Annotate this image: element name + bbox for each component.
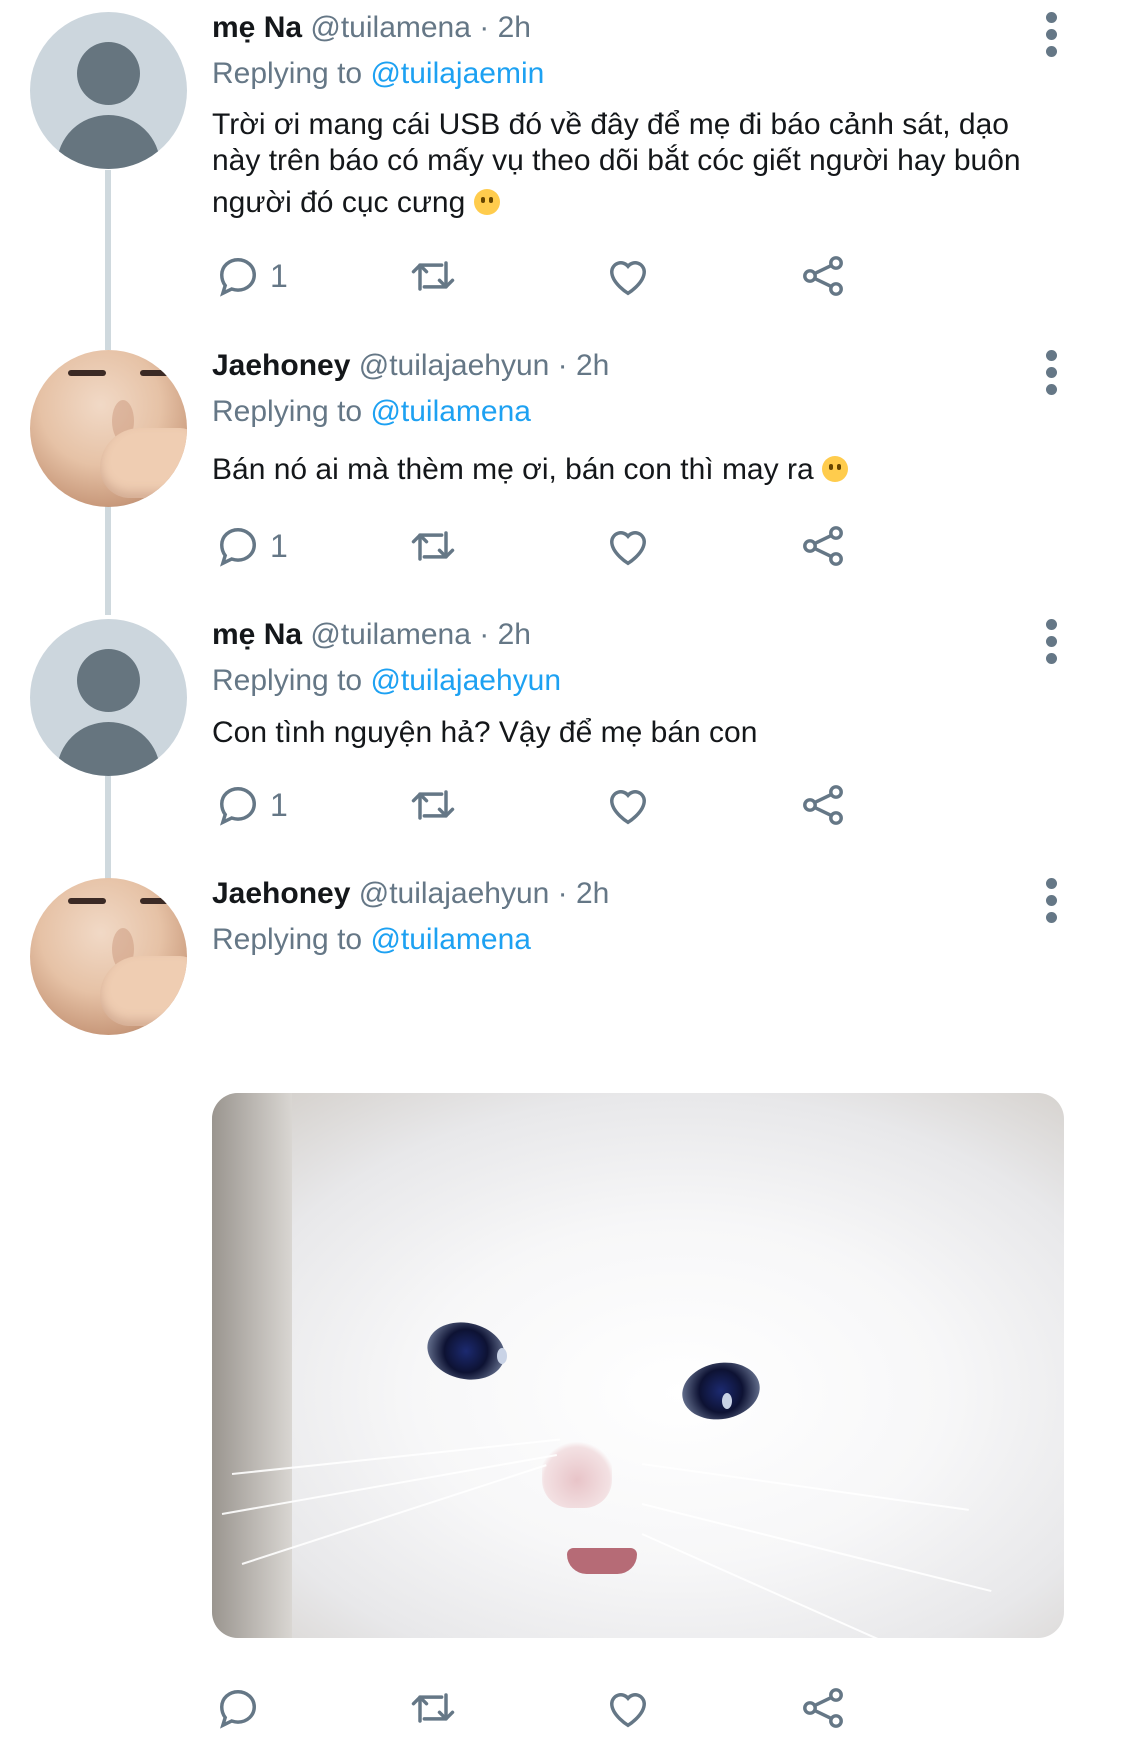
replying-handle-link[interactable]: @tuilamena: [370, 395, 531, 428]
retweet-button[interactable]: [407, 516, 459, 576]
more-options-icon[interactable]: [1045, 878, 1059, 926]
retweet-button[interactable]: [407, 1678, 459, 1738]
tweet-header: Jaehoney @tuilajaehyun · 2h: [212, 348, 609, 384]
tweet-actions: 1: [212, 516, 932, 576]
more-options-icon[interactable]: [1045, 619, 1059, 667]
share-icon: [803, 526, 843, 566]
tweet-header: mẹ Na @tuilamena · 2h: [212, 617, 531, 653]
tweet[interactable]: Jaehoney @tuilajaehyun · 2h Replying to …: [0, 338, 1125, 618]
avatar[interactable]: [30, 350, 187, 507]
timestamp[interactable]: · 2h: [479, 11, 531, 44]
tweet[interactable]: mẹ Na @tuilamena · 2h Replying to @tuila…: [0, 607, 1125, 877]
retweet-icon: [411, 531, 455, 561]
reply-count: 1: [270, 527, 288, 564]
user-handle[interactable]: @tuilamena: [310, 11, 471, 44]
reply-count: 1: [270, 786, 288, 823]
reply-button[interactable]: 1: [212, 516, 288, 576]
replying-to: Replying to @tuilajaehyun: [212, 664, 562, 697]
display-name[interactable]: mẹ Na: [212, 618, 302, 651]
tweet-actions: 1: [212, 246, 932, 306]
reply-button[interactable]: 1: [212, 246, 288, 306]
heart-icon: [610, 531, 646, 566]
avatar[interactable]: [30, 12, 187, 169]
share-button[interactable]: [797, 775, 849, 835]
timestamp[interactable]: · 2h: [558, 877, 610, 910]
reply-button[interactable]: 1: [212, 775, 288, 835]
tweet[interactable]: Jaehoney @tuilajaehyun · 2h Replying to …: [0, 866, 1125, 1729]
avatar[interactable]: [30, 619, 187, 776]
user-handle[interactable]: @tuilajaehyun: [359, 349, 550, 382]
reply-button[interactable]: [212, 1678, 264, 1738]
tweet-text: Con tình nguyện hả? Vậy để mẹ bán con: [212, 716, 758, 749]
tweet-header: Jaehoney @tuilajaehyun · 2h: [212, 876, 609, 912]
replying-to: Replying to @tuilamena: [212, 923, 531, 956]
tweet-actions: 1: [212, 775, 932, 835]
speech-bubble-icon: [220, 528, 256, 567]
share-button[interactable]: [797, 1678, 849, 1738]
retweet-button[interactable]: [407, 246, 459, 306]
tweet[interactable]: mẹ Na @tuilamena · 2h Replying to @tuila…: [0, 0, 1125, 340]
replying-to: Replying to @tuilajaemin: [212, 57, 545, 90]
share-icon: [803, 1688, 843, 1728]
replying-handle-link[interactable]: @tuilajaehyun: [370, 664, 561, 697]
reply-count: 1: [270, 257, 288, 294]
crying-cat-image[interactable]: [212, 1093, 1064, 1638]
replying-handle-link[interactable]: @tuilamena: [370, 923, 531, 956]
retweet-icon: [411, 790, 455, 820]
heart-icon: [610, 1693, 646, 1728]
like-button[interactable]: [602, 1678, 654, 1738]
share-icon: [803, 785, 843, 825]
like-button[interactable]: [602, 246, 654, 306]
retweet-icon: [411, 1693, 455, 1723]
confused-emoji-icon: [473, 189, 500, 215]
retweet-button[interactable]: [407, 775, 459, 835]
pensive-emoji-icon: [821, 456, 848, 482]
heart-icon: [610, 790, 646, 825]
tweet-text: Trời ơi mang cái USB đó về đây để mẹ đi …: [212, 108, 1021, 219]
display-name[interactable]: Jaehoney: [212, 349, 350, 382]
timestamp[interactable]: · 2h: [479, 618, 531, 651]
like-button[interactable]: [602, 516, 654, 576]
more-options-icon[interactable]: [1045, 12, 1059, 60]
share-button[interactable]: [797, 516, 849, 576]
like-button[interactable]: [602, 775, 654, 835]
user-handle[interactable]: @tuilajaehyun: [359, 877, 550, 910]
speech-bubble-icon: [220, 1690, 256, 1729]
display-name[interactable]: Jaehoney: [212, 877, 350, 910]
replying-handle-link[interactable]: @tuilajaemin: [370, 57, 544, 90]
tweet-actions: [212, 1678, 932, 1738]
replying-to: Replying to @tuilamena: [212, 395, 531, 428]
speech-bubble-icon: [220, 787, 256, 826]
heart-icon: [610, 261, 646, 296]
share-icon: [803, 256, 843, 296]
user-handle[interactable]: @tuilamena: [310, 618, 471, 651]
avatar[interactable]: [30, 878, 187, 1035]
retweet-icon: [411, 261, 455, 291]
more-options-icon[interactable]: [1045, 350, 1059, 398]
tweet-text: Bán nó ai mà thèm mẹ ơi, bán con thì may…: [212, 452, 1072, 488]
tweet-header: mẹ Na @tuilamena · 2h: [212, 10, 531, 46]
speech-bubble-icon: [220, 258, 256, 297]
share-button[interactable]: [797, 246, 849, 306]
display-name[interactable]: mẹ Na: [212, 11, 302, 44]
timestamp[interactable]: · 2h: [558, 349, 610, 382]
